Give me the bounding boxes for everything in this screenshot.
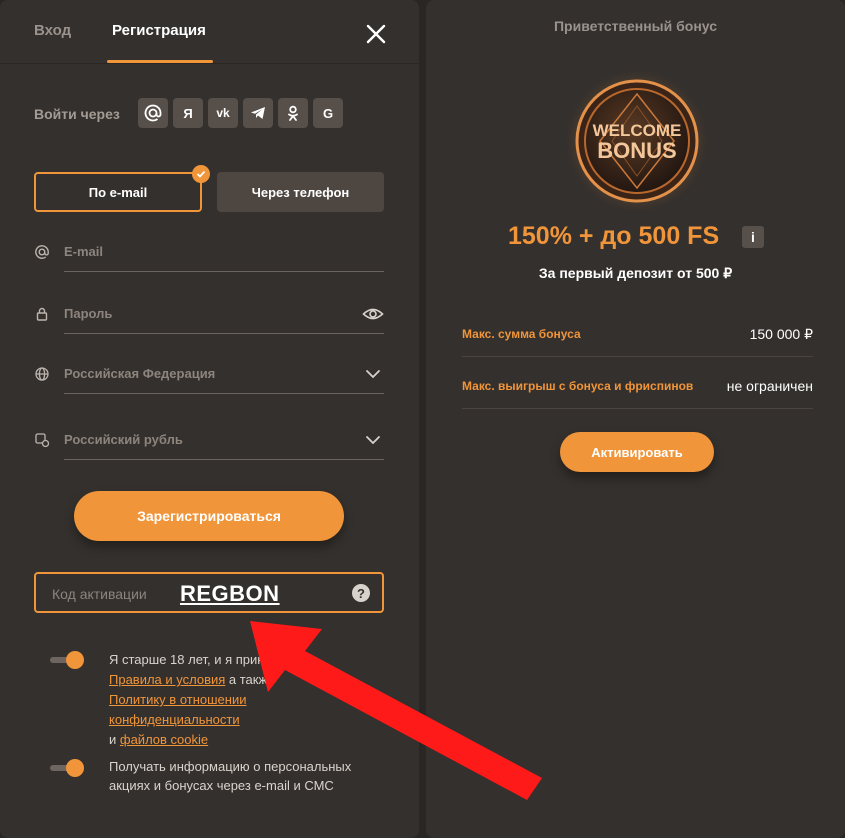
welcome-bonus-coin-image: WELCOME BONUS [563, 67, 711, 215]
vk-login-button[interactable]: vk [208, 98, 238, 128]
field-underline [64, 271, 384, 272]
coin-text-bonus: BONUS [597, 138, 676, 163]
country-select[interactable]: Российская Федерация [34, 362, 384, 394]
max-win-label: Макс. выигрыш с бонуса и фриспинов [462, 379, 694, 393]
close-icon[interactable] [362, 20, 390, 48]
field-underline [64, 333, 384, 334]
bonus-headline: 150% + до 500 FS [508, 222, 720, 250]
and-text: и [109, 732, 120, 747]
chevron-down-icon[interactable] [362, 430, 384, 450]
activate-bonus-button[interactable]: Активировать [560, 432, 714, 472]
promo-code-placeholder: Код активации [52, 586, 147, 602]
globe-icon [35, 367, 49, 381]
tab-login[interactable]: Вход [34, 22, 71, 39]
at-icon [35, 245, 49, 259]
email-placeholder: E-mail [64, 244, 104, 259]
currency-icon [35, 433, 50, 448]
also-text: а также [225, 672, 275, 687]
yandex-icon: Я [183, 105, 193, 121]
eye-icon[interactable] [362, 304, 384, 324]
at-icon [144, 104, 162, 122]
page: Вход Регистрация Войти через Я vk G По e… [0, 0, 845, 838]
bonus-detail-row: Макс. сумма бонуса 150 000 ₽ [462, 313, 813, 357]
chevron-down-icon[interactable] [362, 364, 384, 384]
email-field[interactable]: E-mail [34, 240, 384, 272]
currency-value: Российский рубль [64, 432, 183, 447]
country-value: Российская Федерация [64, 366, 216, 381]
marketing-consent-line-2: акциях и бонусах через e-mail и СМС [109, 778, 334, 793]
marketing-consent-text: Получать информацию о персональных акция… [109, 757, 351, 795]
email-mode-button[interactable]: По e-mail [34, 172, 202, 212]
bonus-panel-title: Приветственный бонус [553, 18, 717, 34]
mail-ru-login-button[interactable] [138, 98, 168, 128]
info-icon[interactable]: i [742, 226, 764, 248]
promo-code-value: REGBON [180, 581, 280, 606]
row-divider [462, 356, 813, 357]
auth-tabs: Вход Регистрация [0, 0, 419, 64]
telegram-login-button[interactable] [243, 98, 273, 128]
row-divider [462, 408, 813, 409]
privacy-link-line-2[interactable]: конфиденциальности [109, 712, 240, 727]
max-bonus-value: 150 000 ₽ [749, 326, 813, 342]
marketing-consent-line-1: Получать информацию о персональных [109, 759, 352, 774]
social-login-label: Войти через [34, 106, 120, 122]
help-icon[interactable]: ? [352, 584, 370, 602]
toggle-knob [66, 651, 84, 669]
toggle-knob [66, 759, 84, 777]
field-underline [64, 459, 384, 460]
terms-link[interactable]: Правила и условия [109, 672, 225, 687]
currency-select[interactable]: Российский рубль [34, 428, 384, 460]
phone-mode-button[interactable]: Через телефон [217, 172, 384, 212]
age-consent-line: Я старше 18 лет, и я приним [109, 652, 281, 667]
field-underline [64, 393, 384, 394]
marketing-consent-toggle[interactable] [50, 759, 84, 777]
tab-register[interactable]: Регистрация [112, 22, 206, 39]
bonus-subtitle: За первый депозит от 500 ₽ [538, 265, 733, 281]
password-field[interactable]: Пароль [34, 302, 384, 334]
telegram-icon [251, 107, 265, 119]
password-placeholder: Пароль [64, 306, 113, 321]
cookie-link[interactable]: файлов cookie [120, 732, 208, 747]
bonus-panel: Приветственный бонус WELCOME BONUS 150% … [426, 0, 845, 838]
vk-icon: vk [216, 106, 230, 120]
max-win-value: не ограничен [726, 378, 813, 394]
active-tab-indicator [107, 60, 213, 63]
promo-code-field[interactable]: Код активации REGBON ? [34, 572, 384, 613]
yandex-login-button[interactable]: Я [173, 98, 203, 128]
age-consent-text: Я старше 18 лет, и я приним Правила и ус… [109, 650, 281, 750]
age-consent-toggle[interactable] [50, 651, 84, 669]
register-button[interactable]: Зарегистрироваться [74, 491, 344, 541]
google-login-button[interactable]: G [313, 98, 343, 128]
odnoklassniki-login-button[interactable] [278, 98, 308, 128]
odnoklassniki-icon [288, 105, 298, 121]
lock-icon [36, 307, 48, 321]
check-icon [192, 165, 210, 183]
privacy-link-line-1[interactable]: Политику в отношении [109, 692, 246, 707]
registration-panel: Вход Регистрация Войти через Я vk G По e… [0, 0, 419, 838]
google-icon: G [322, 105, 334, 121]
max-bonus-label: Макс. сумма бонуса [462, 327, 581, 341]
bonus-detail-row: Макс. выигрыш с бонуса и фриспинов не ог… [462, 365, 813, 409]
